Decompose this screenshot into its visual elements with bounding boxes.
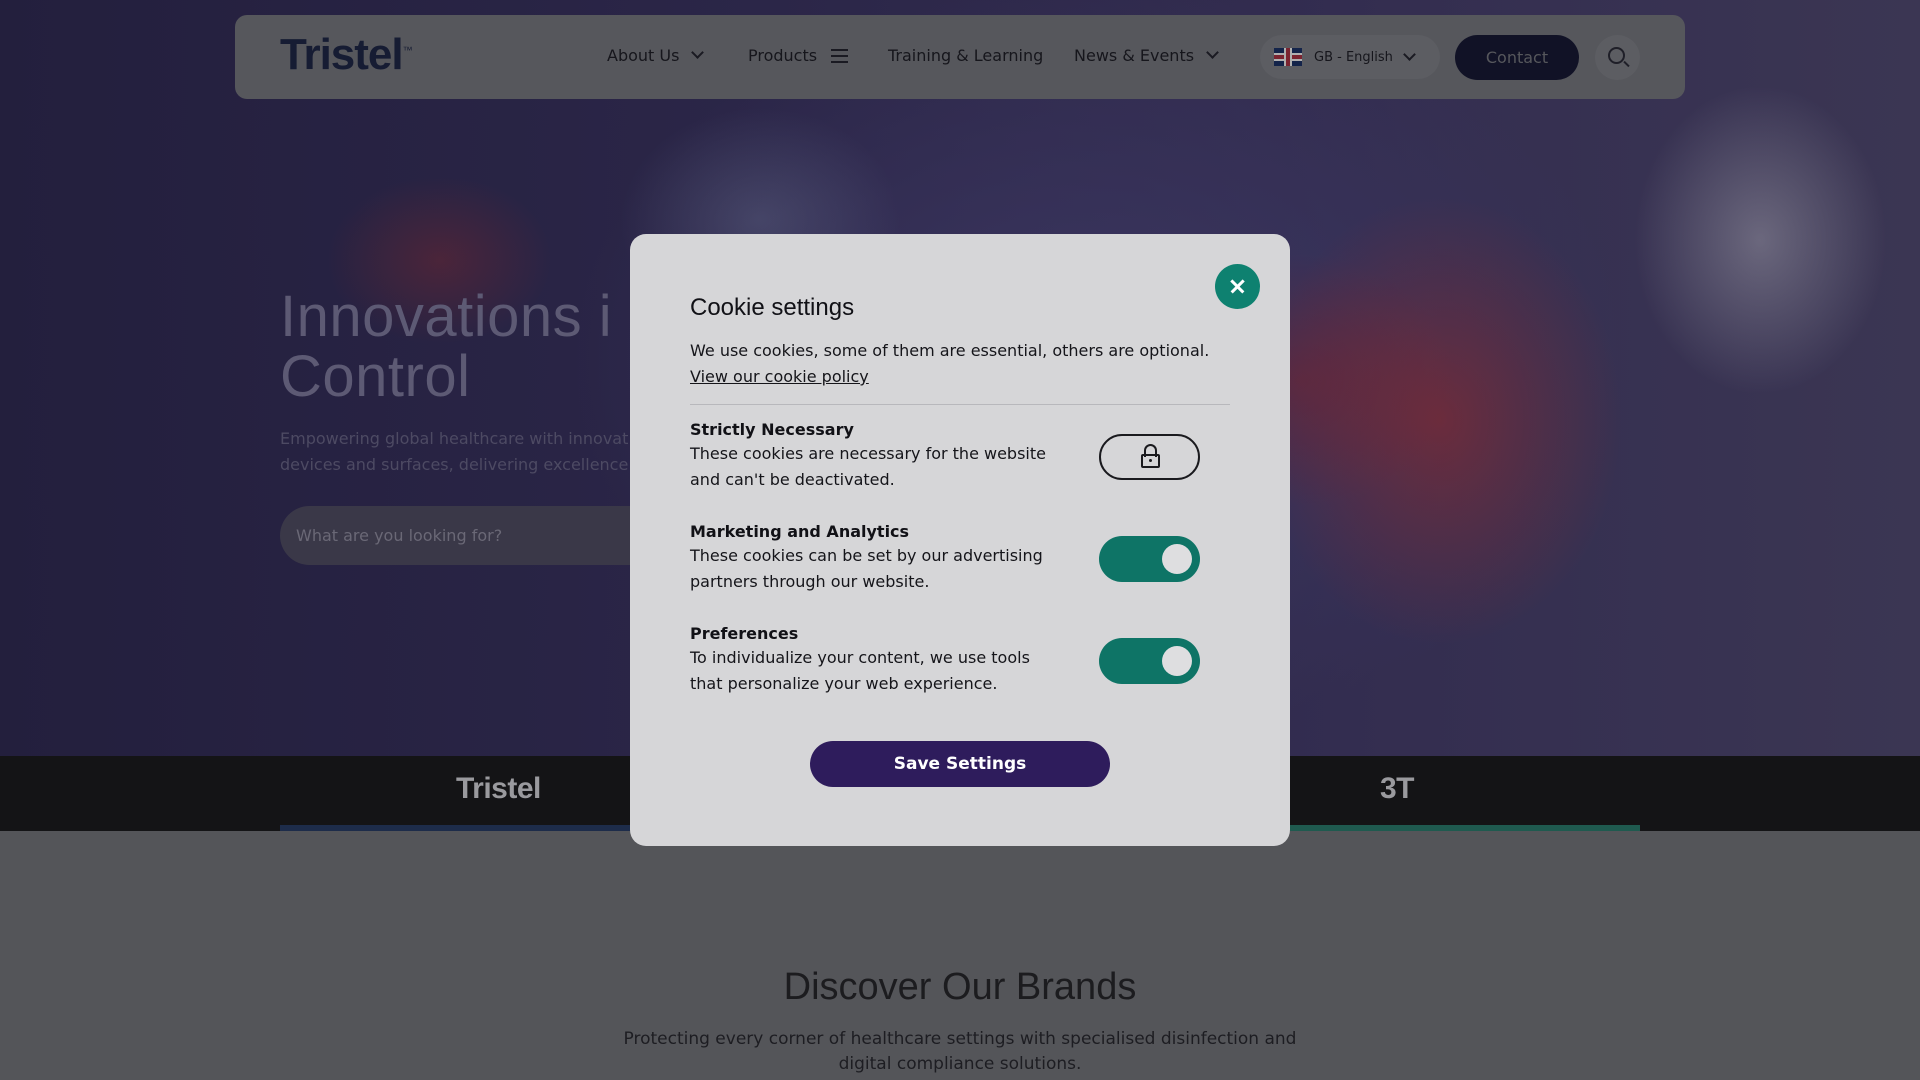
discover-subtitle: Protecting every corner of healthcare se… — [623, 1029, 1297, 1074]
nav-item-news-events[interactable]: News & Events — [1074, 46, 1219, 65]
cookie-settings-modal: Cookie settings We use cookies, some of … — [630, 234, 1290, 846]
category-title-strictly-necessary: Strictly Necessary — [690, 420, 854, 439]
discover-title: Discover Our Brands — [783, 966, 1137, 1008]
brand-logo-3t[interactable]: 3T — [1380, 772, 1415, 806]
site-logo[interactable]: Tristel™ — [280, 30, 413, 80]
category-title-preferences: Preferences — [690, 624, 799, 643]
site-logo-text: Tristel — [280, 30, 404, 79]
contact-button[interactable]: Contact — [1455, 35, 1579, 80]
lock-icon-body — [1141, 454, 1160, 468]
chevron-down-icon — [1206, 46, 1219, 59]
search-icon-handle — [1623, 60, 1630, 68]
modal-title: Cookie settings — [690, 294, 855, 321]
language-selector[interactable]: GB - English — [1260, 35, 1440, 79]
save-settings-button[interactable]: Save Settings — [810, 741, 1110, 787]
nav-item-about-us[interactable]: About Us — [607, 46, 705, 65]
nav-item-label: News & Events — [1074, 46, 1195, 65]
hamburger-menu-icon — [831, 48, 849, 63]
marketing-analytics-toggle[interactable] — [1099, 536, 1200, 582]
nav-item-products[interactable]: Products — [748, 46, 849, 65]
nav-item-training-learning[interactable]: Training & Learning — [888, 46, 1043, 65]
chevron-down-icon — [691, 46, 705, 59]
brand-logo-tristel[interactable]: Tristel — [456, 772, 541, 806]
uk-flag-icon — [1274, 48, 1302, 66]
modal-intro: We use cookies, some of them are essenti… — [690, 341, 1210, 360]
toggle-knob — [1162, 646, 1192, 676]
category-desc-preferences: To individualize your content, we use to… — [690, 648, 1030, 693]
category-desc-strictly-necessary: These cookies are necessary for the webs… — [690, 444, 1046, 489]
divider — [690, 404, 1230, 405]
nav-item-label: About Us — [607, 46, 680, 65]
nav-item-label: Products — [748, 46, 818, 65]
category-title-marketing-analytics: Marketing and Analytics — [690, 522, 910, 541]
strictly-necessary-locked-toggle — [1099, 434, 1200, 480]
close-button[interactable] — [1215, 264, 1260, 309]
chevron-down-icon — [1403, 47, 1416, 61]
preferences-toggle[interactable] — [1099, 638, 1200, 684]
site-logo-tm: ™ — [402, 45, 413, 57]
search-button[interactable] — [1595, 35, 1640, 80]
toggle-knob — [1162, 544, 1192, 574]
language-label: GB - English — [1314, 49, 1393, 65]
nav-item-label: Training & Learning — [888, 46, 1044, 65]
category-desc-marketing-analytics: These cookies can be set by our advertis… — [690, 546, 1043, 591]
cookie-policy-link[interactable]: View our cookie policy — [690, 364, 869, 390]
